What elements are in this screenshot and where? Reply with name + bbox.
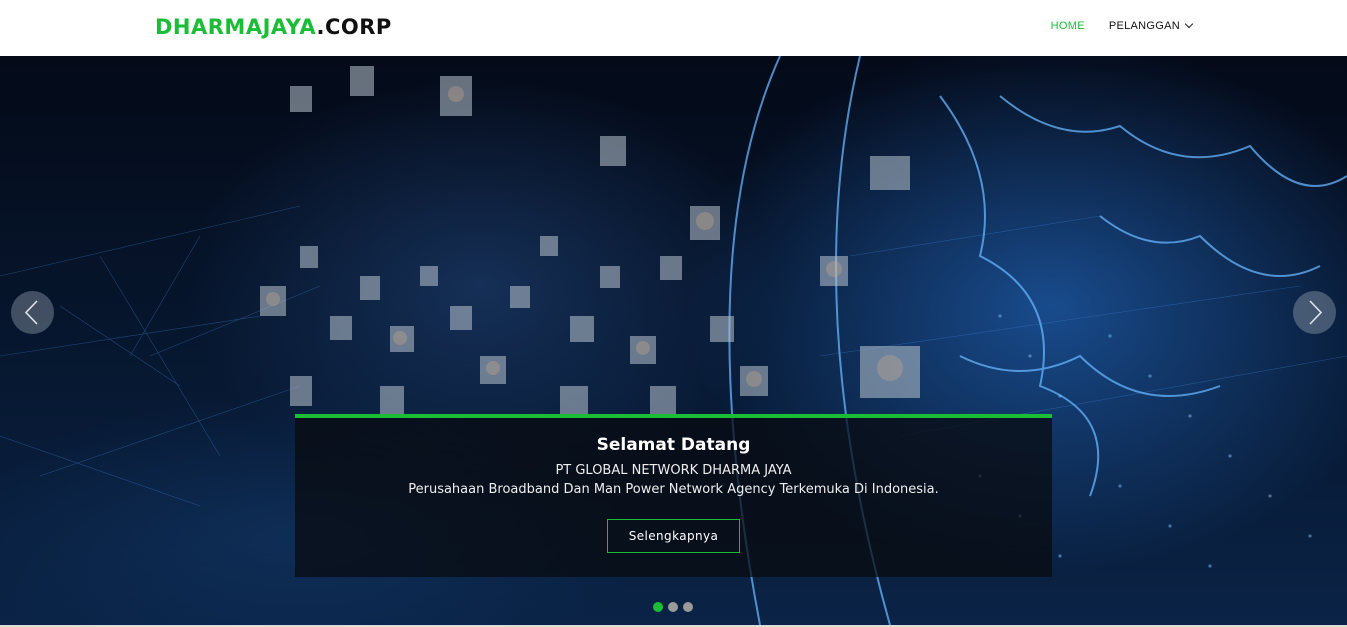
read-more-button[interactable]: Selengkapnya xyxy=(607,519,740,553)
chevron-left-icon xyxy=(24,300,38,325)
brand-name-part1: DHARMAJAYA xyxy=(155,15,317,39)
nav-item-pelanggan-label: PELANGGAN xyxy=(1108,20,1180,32)
nav-menu: HOME PELANGGAN xyxy=(1051,19,1194,32)
hero-company-name: PT GLOBAL NETWORK DHARMA JAYA xyxy=(555,463,792,478)
chevron-right-icon xyxy=(1309,300,1323,325)
hero-tagline: Perusahaan Broadband Dan Man Power Netwo… xyxy=(408,482,939,497)
carousel-dot-3[interactable] xyxy=(683,602,693,612)
carousel-indicators xyxy=(653,602,693,612)
hero-caption: Selamat Datang PT GLOBAL NETWORK DHARMA … xyxy=(295,414,1052,577)
navbar: DHARMAJAYA.CORP HOME PELANGGAN xyxy=(0,0,1347,56)
hero-title: Selamat Datang xyxy=(596,435,751,455)
brand-logo[interactable]: DHARMAJAYA.CORP xyxy=(155,15,392,39)
carousel-prev-button[interactable] xyxy=(11,291,54,334)
carousel-dot-1[interactable] xyxy=(653,602,663,612)
hero-carousel: Selamat Datang PT GLOBAL NETWORK DHARMA … xyxy=(0,56,1347,625)
nav-item-home[interactable]: HOME xyxy=(1051,20,1085,32)
brand-name-part2: .CORP xyxy=(316,15,392,39)
carousel-dot-2[interactable] xyxy=(668,602,678,612)
nav-item-pelanggan[interactable]: PELANGGAN xyxy=(1108,19,1194,32)
nav-item-home-label: HOME xyxy=(1050,20,1085,32)
chevron-down-icon xyxy=(1184,19,1194,29)
carousel-next-button[interactable] xyxy=(1293,291,1336,334)
